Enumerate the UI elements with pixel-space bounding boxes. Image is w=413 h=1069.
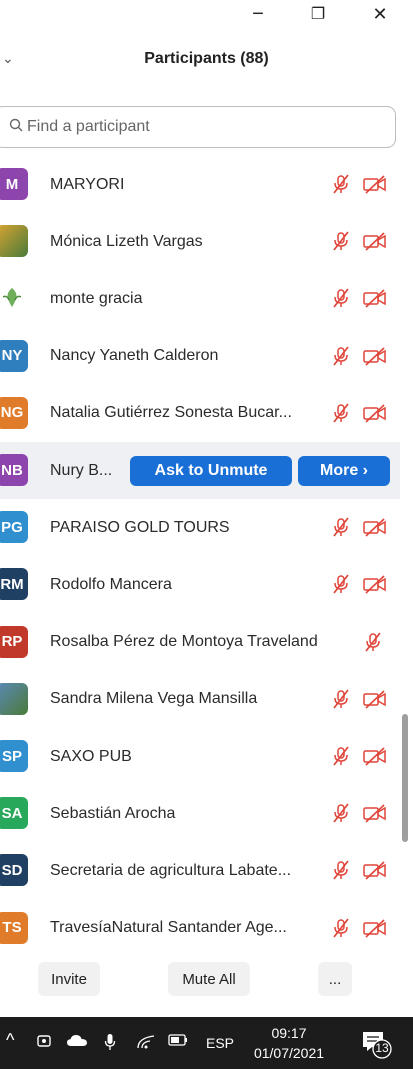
- participant-name: SAXO PUB: [50, 747, 132, 765]
- muted-mic-icon[interactable]: [330, 859, 352, 881]
- participant-name: TravesíaNatural Santander Age...: [50, 919, 287, 937]
- participant-row[interactable]: RM Rodolfo Mancera: [0, 556, 400, 613]
- participant-row[interactable]: Mónica Lizeth Vargas: [0, 213, 400, 270]
- muted-mic-icon[interactable]: [330, 287, 352, 309]
- more-options-button[interactable]: ...: [318, 962, 352, 996]
- clock-date: 01/07/2021: [253, 1045, 325, 1061]
- avatar: RP: [0, 625, 28, 658]
- participant-list[interactable]: M MARYORI Mónica Lizeth Vargas monte gracia…: [0, 156, 400, 946]
- avatar: PG: [0, 511, 28, 544]
- window-titlebar: − ❐ ✕: [0, 0, 413, 32]
- video-off-icon[interactable]: [362, 688, 388, 710]
- muted-mic-icon[interactable]: [330, 345, 352, 367]
- participant-name: Sandra Milena Vega Mansilla: [50, 690, 258, 708]
- video-off-icon[interactable]: [362, 802, 388, 824]
- system-clock[interactable]: 09:17 01/07/2021: [244, 1023, 334, 1063]
- avatar: SA: [0, 797, 28, 830]
- avatar: NG: [0, 396, 28, 429]
- participant-name: Rosalba Pérez de Montoya Traveland: [50, 633, 318, 651]
- video-off-icon[interactable]: [362, 745, 388, 767]
- participant-row[interactable]: Sandra Milena Vega Mansilla: [0, 671, 400, 728]
- participant-name: Nury B...: [50, 461, 113, 479]
- participant-name: Rodolfo Mancera: [50, 575, 172, 593]
- avatar: SP: [0, 740, 28, 772]
- avatar-photo: [0, 682, 28, 715]
- participant-row[interactable]: NY Nancy Yaneth Calderon: [0, 328, 400, 385]
- more-button[interactable]: More ›: [298, 456, 390, 486]
- minimize-icon[interactable]: −: [238, 0, 278, 28]
- participant-name: PARAISO GOLD TOURS: [50, 518, 230, 536]
- muted-mic-icon[interactable]: [330, 573, 352, 595]
- participant-name: monte gracia: [50, 289, 143, 307]
- participant-row[interactable]: SA Sebastián Arocha: [0, 785, 400, 842]
- ask-to-unmute-button[interactable]: Ask to Unmute: [130, 456, 292, 486]
- list-scrollbar[interactable]: [402, 714, 408, 842]
- microphone-icon[interactable]: [104, 1033, 116, 1055]
- muted-mic-icon[interactable]: [330, 230, 352, 252]
- participant-row[interactable]: PG PARAISO GOLD TOURS: [0, 499, 400, 556]
- wifi-icon[interactable]: [136, 1033, 156, 1053]
- video-off-icon[interactable]: [362, 859, 388, 881]
- video-off-icon[interactable]: [362, 516, 388, 538]
- windows-taskbar: ^ ESP 09:17 01/07/2021 13: [0, 1017, 413, 1069]
- muted-mic-icon[interactable]: [330, 516, 352, 538]
- video-off-icon[interactable]: [362, 230, 388, 252]
- avatar: RM: [0, 568, 28, 601]
- muted-mic-icon[interactable]: [330, 917, 352, 939]
- mute-all-button[interactable]: Mute All: [168, 962, 250, 996]
- restore-icon[interactable]: ❐: [298, 0, 338, 28]
- participant-name: Mónica Lizeth Vargas: [50, 232, 203, 250]
- participant-row[interactable]: SP SAXO PUB: [0, 728, 400, 785]
- avatar-photo: [0, 225, 28, 258]
- muted-mic-icon[interactable]: [330, 173, 352, 195]
- panel-header: ⌄ Participants (88): [0, 38, 413, 86]
- page-title: Participants (88): [144, 50, 269, 67]
- participant-row[interactable]: SD Secretaria de agricultura Labate...: [0, 842, 400, 899]
- clock-time: 09:17: [271, 1025, 307, 1041]
- participant-name: Sebastián Arocha: [50, 804, 176, 822]
- search-icon: [9, 118, 23, 137]
- muted-mic-icon[interactable]: [330, 802, 352, 824]
- participant-name: Secretaria de agricultura Labate...: [50, 861, 292, 879]
- video-off-icon[interactable]: [362, 173, 388, 195]
- avatar: M: [0, 168, 28, 200]
- search-placeholder: Find a participant: [27, 118, 150, 135]
- close-icon[interactable]: ✕: [360, 0, 400, 28]
- participant-name: Natalia Gutiérrez Sonesta Bucar...: [50, 404, 292, 422]
- participant-row[interactable]: RP Rosalba Pérez de Montoya Traveland: [0, 614, 400, 671]
- notification-count: 13: [375, 1041, 389, 1055]
- chevron-up-icon[interactable]: ^: [6, 1030, 14, 1051]
- cloud-icon[interactable]: [66, 1033, 88, 1051]
- video-off-icon[interactable]: [362, 573, 388, 595]
- participant-name: MARYORI: [50, 175, 125, 193]
- muted-mic-icon[interactable]: [330, 688, 352, 710]
- notification-center-button[interactable]: 13: [360, 1029, 392, 1059]
- panel-footer: Invite Mute All ...: [0, 952, 413, 1008]
- search-input[interactable]: Find a participant: [0, 106, 396, 148]
- avatar: TS: [0, 911, 28, 944]
- video-off-icon[interactable]: [362, 917, 388, 939]
- muted-mic-icon[interactable]: [330, 402, 352, 424]
- video-off-icon[interactable]: [362, 402, 388, 424]
- battery-icon[interactable]: [166, 1033, 188, 1051]
- avatar: NY: [0, 339, 28, 372]
- meet-now-icon[interactable]: [36, 1033, 52, 1053]
- invite-button[interactable]: Invite: [38, 962, 100, 996]
- participant-row[interactable]: TS TravesíaNatural Santander Age...: [0, 900, 400, 946]
- participant-row[interactable]: monte gracia: [0, 270, 400, 327]
- video-off-icon[interactable]: [362, 287, 388, 309]
- participant-row[interactable]: M MARYORI: [0, 156, 400, 213]
- avatar-logo: [0, 282, 28, 315]
- participant-row[interactable]: NG Natalia Gutiérrez Sonesta Bucar...: [0, 385, 400, 442]
- muted-mic-icon[interactable]: [362, 631, 384, 653]
- avatar: NB: [0, 454, 28, 486]
- muted-mic-icon[interactable]: [330, 745, 352, 767]
- video-off-icon[interactable]: [362, 345, 388, 367]
- participant-row[interactable]: NB Nury B... Ask to Unmute More ›: [0, 442, 400, 499]
- participant-name: Nancy Yaneth Calderon: [50, 347, 219, 365]
- avatar: SD: [0, 854, 28, 887]
- language-indicator[interactable]: ESP: [206, 1035, 234, 1051]
